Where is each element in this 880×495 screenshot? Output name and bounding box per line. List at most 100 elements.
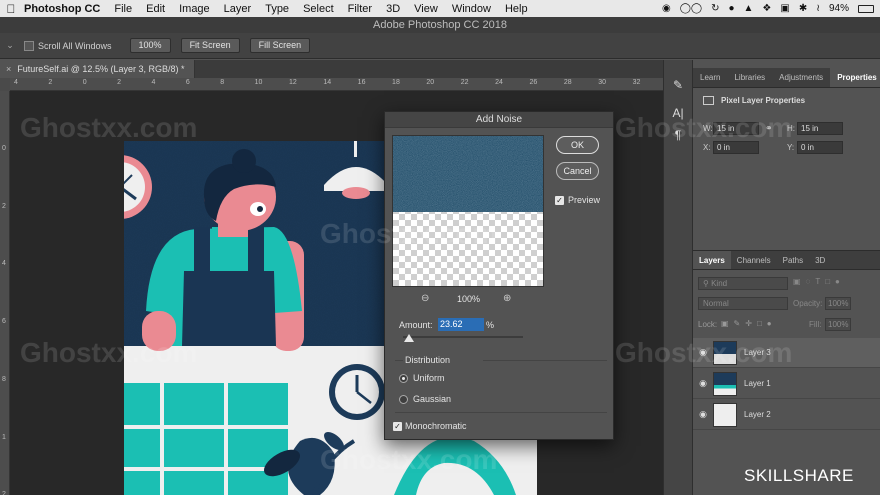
menu-type[interactable]: Type	[258, 3, 296, 15]
scroll-all-windows-checkbox[interactable]	[24, 40, 34, 51]
filter-kind-select[interactable]: ⚲ Kind	[698, 277, 788, 290]
opacity-label: Opacity:	[793, 299, 823, 308]
gaussian-radio[interactable]	[399, 395, 408, 404]
lock-icons[interactable]: ▣✎✛□●	[721, 319, 777, 328]
tool-preset-chevron-icon[interactable]: ⌄	[0, 40, 20, 51]
close-tab-icon[interactable]: ×	[6, 64, 11, 74]
x-field[interactable]: 0 in	[713, 141, 759, 154]
sync-icon[interactable]: ↻	[711, 3, 719, 14]
h-label: H:	[787, 124, 795, 133]
dropbox-icon[interactable]: ❖	[762, 3, 771, 14]
menu-image[interactable]: Image	[172, 3, 217, 15]
visibility-eye-icon[interactable]: ◉	[693, 378, 713, 389]
dialog-title: Add Noise	[385, 112, 613, 128]
bluetooth-icon[interactable]: ✱	[799, 3, 807, 14]
ruler-tick-label: 4	[151, 79, 156, 86]
ruler-tick-label: 0	[82, 79, 87, 86]
menu-filter[interactable]: Filter	[341, 3, 379, 15]
lock-label: Lock:	[698, 320, 718, 329]
fill-field[interactable]: 100%	[825, 318, 851, 331]
uniform-radio[interactable]	[399, 374, 408, 383]
layer-row-layer-3[interactable]: ◉ Layer 3	[693, 338, 880, 368]
layer-name: Layer 1	[744, 379, 771, 388]
tab-3d[interactable]: 3D	[809, 251, 831, 269]
panel-icon-strip: ✎ A| ¶	[663, 60, 693, 495]
ruler-tick-label: 24	[495, 79, 503, 86]
ruler-top[interactable]: 4 2 0 2 4 6 8 10 12 14 16 18 20 22 24 26 28 30 32	[10, 78, 663, 91]
menu-layer[interactable]: Layer	[217, 3, 259, 15]
ruler-tick-label: 18	[392, 79, 400, 86]
hat-icon[interactable]: ▲	[744, 3, 754, 14]
apple-icon[interactable]: 	[0, 2, 22, 16]
menu-select[interactable]: Select	[296, 3, 341, 15]
glasses-icon[interactable]: ◯◯	[680, 3, 702, 14]
preview-checkbox[interactable]: ✓	[555, 196, 564, 205]
layer-name: Layer 3	[744, 348, 771, 357]
preview-image	[393, 136, 543, 286]
preview-transparent	[393, 212, 543, 286]
ruler-tick-label: 2	[2, 491, 6, 495]
height-field[interactable]: 15 in	[797, 122, 843, 135]
ok-button[interactable]: OK	[556, 136, 599, 154]
tab-strip	[195, 60, 663, 78]
history-icon[interactable]: ✎	[664, 74, 692, 96]
amount-slider-track[interactable]	[403, 336, 523, 338]
w-label: W:	[703, 124, 713, 133]
layer-row-layer-1[interactable]: ◉ Layer 1	[693, 369, 880, 399]
paragraph-icon[interactable]: ¶	[664, 124, 692, 146]
ruler-tick-label: 22	[460, 79, 469, 86]
tab-libraries[interactable]: Libraries	[727, 68, 772, 87]
width-field[interactable]: 15 in	[713, 122, 759, 135]
zoom-out-icon[interactable]: ⊖	[421, 293, 429, 304]
amount-slider-thumb[interactable]	[403, 334, 414, 342]
link-dimensions-icon[interactable]: ⚭	[765, 123, 773, 134]
x-label: X:	[703, 143, 711, 152]
y-field[interactable]: 0 in	[797, 141, 843, 154]
properties-title: Pixel Layer Properties	[721, 96, 806, 105]
menu-file[interactable]: File	[107, 3, 139, 15]
menu-help[interactable]: Help	[498, 3, 535, 15]
tab-channels[interactable]: Channels	[731, 251, 777, 269]
ruler-tick-label: 2	[117, 79, 121, 86]
record-icon[interactable]: ◉	[662, 3, 671, 14]
noise-preview[interactable]	[392, 135, 544, 287]
tab-paths[interactable]: Paths	[777, 251, 809, 269]
circle-icon[interactable]: ●	[728, 3, 734, 14]
ruler-tick-label: 6	[185, 79, 190, 86]
tab-layers[interactable]: Layers	[693, 251, 731, 269]
menu-edit[interactable]: Edit	[139, 3, 172, 15]
filter-icons[interactable]: ▣◌T□●	[793, 277, 845, 286]
menu-window[interactable]: Window	[445, 3, 498, 15]
menu-view[interactable]: View	[407, 3, 445, 15]
amount-input[interactable]: 23.62	[438, 318, 484, 331]
tab-learn[interactable]: Learn	[693, 68, 727, 87]
box-icon[interactable]: ▣	[780, 3, 789, 14]
document-tab-label: FutureSelf.ai @ 12.5% (Layer 3, RGB/8) *	[17, 64, 185, 74]
blend-mode-select[interactable]: Normal	[698, 297, 788, 310]
zoom-100-button[interactable]: 100%	[129, 38, 171, 53]
skillshare-logo: SKILLSHARE	[744, 466, 854, 485]
fit-screen-button[interactable]: Fit Screen	[180, 38, 240, 53]
cancel-button[interactable]: Cancel	[556, 162, 599, 180]
visibility-eye-icon[interactable]: ◉	[693, 347, 713, 358]
ruler-left[interactable]: 0 2 4 6 8 1 2	[0, 91, 10, 495]
layers-panel: ⚲ Kind ▣◌T□● Normal Opacity: 100% Lock: …	[693, 270, 880, 495]
character-icon[interactable]: A|	[664, 102, 692, 124]
menu-app-name[interactable]: Photoshop CC	[22, 3, 107, 15]
opacity-field[interactable]: 100%	[825, 297, 851, 310]
tab-adjustments[interactable]: Adjustments	[772, 68, 830, 87]
fill-screen-button[interactable]: Fill Screen	[249, 38, 311, 53]
ruler-tick-label: 30	[598, 79, 607, 86]
monochromatic-checkbox[interactable]: ✓	[393, 422, 402, 431]
document-tab[interactable]: × FutureSelf.ai @ 12.5% (Layer 3, RGB/8) …	[0, 60, 195, 78]
layer-row-layer-2[interactable]: ◉ Layer 2	[693, 400, 880, 430]
fill-label: Fill:	[809, 320, 822, 329]
wifi-icon[interactable]: ≀	[816, 3, 820, 14]
gaussian-label: Gaussian	[413, 394, 452, 404]
visibility-eye-icon[interactable]: ◉	[693, 409, 713, 420]
zoom-in-icon[interactable]: ⊕	[503, 293, 511, 304]
tab-properties[interactable]: Properties	[830, 68, 880, 87]
properties-panel-tabs: Learn Libraries Adjustments Properties	[693, 68, 880, 88]
battery-icon[interactable]	[858, 4, 874, 13]
menu-3d[interactable]: 3D	[379, 3, 407, 15]
